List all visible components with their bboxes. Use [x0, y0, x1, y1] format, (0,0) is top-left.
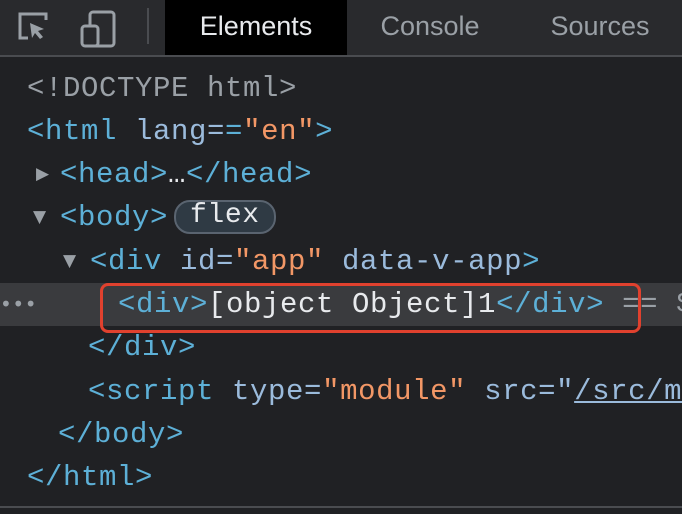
dom-node-div-app[interactable]: ▼ <div id="app" data-v-app> — [0, 240, 682, 283]
collapse-arrow-icon[interactable]: ▼ — [63, 240, 77, 283]
device-toolbar-icon[interactable] — [80, 10, 120, 50]
devtools-toolbar: Elements Console Sources — [0, 0, 682, 57]
flex-badge[interactable]: flex — [174, 200, 276, 235]
dom-node-html-close[interactable]: </html> — [0, 456, 682, 499]
tab-sources[interactable]: Sources — [525, 0, 675, 55]
panel-divider — [0, 506, 682, 508]
dom-node-html[interactable]: <html lang=="en"> — [0, 110, 682, 153]
tab-console[interactable]: Console — [355, 0, 505, 55]
more-options-icon[interactable]: ••• — [0, 283, 37, 326]
dom-node-script[interactable]: <script type="module" src="/src/m — [0, 370, 682, 413]
highlight-box — [100, 283, 641, 333]
dom-node-body-close[interactable]: </body> — [0, 413, 682, 456]
toolbar-divider — [147, 8, 149, 44]
dom-node-doctype[interactable]: <!DOCTYPE html> — [0, 67, 682, 110]
dom-node-head[interactable]: ▶ <head>…</head> — [0, 153, 682, 196]
inspect-element-icon[interactable] — [16, 10, 50, 44]
tab-elements[interactable]: Elements — [165, 0, 347, 55]
expand-arrow-icon[interactable]: ▶ — [36, 153, 50, 196]
script-src-link[interactable]: /src/m — [574, 375, 682, 408]
dom-node-body[interactable]: ▼ <body> flex — [0, 196, 682, 239]
collapse-arrow-icon[interactable]: ▼ — [33, 196, 47, 239]
